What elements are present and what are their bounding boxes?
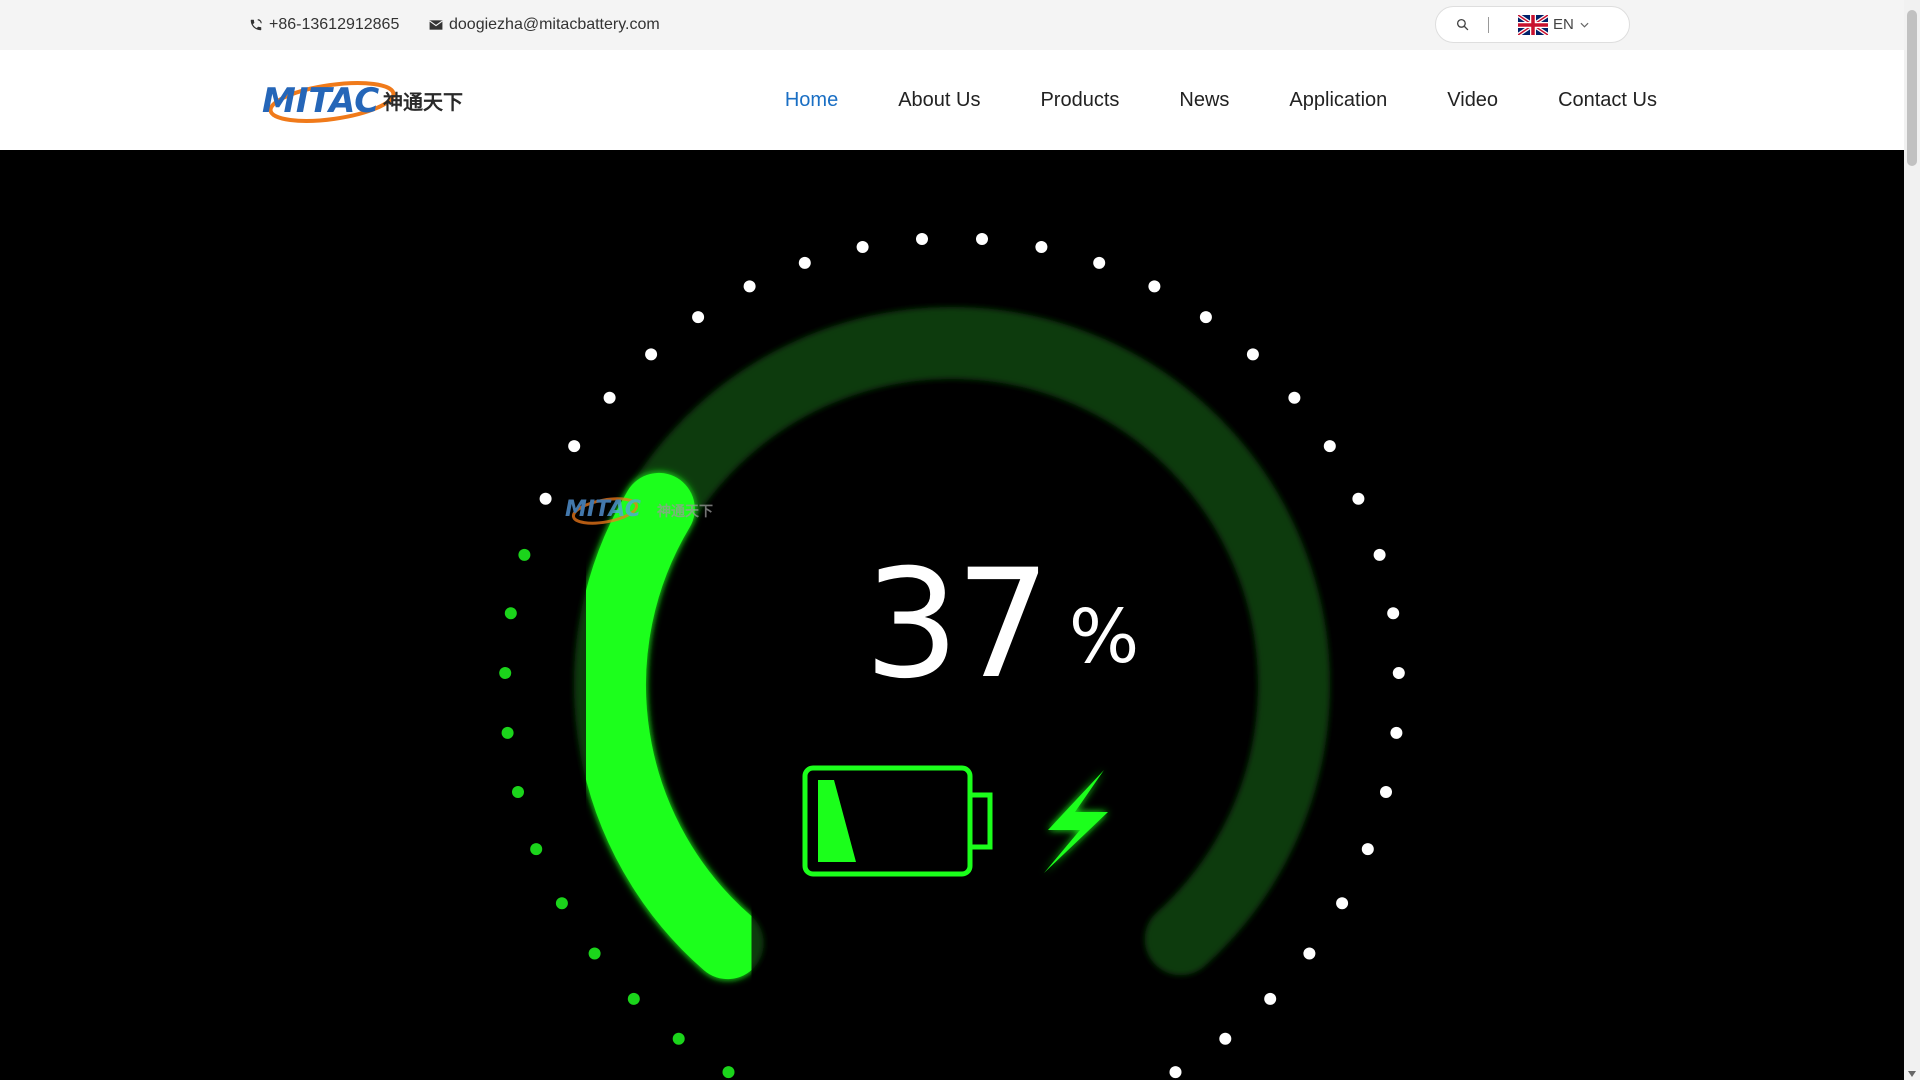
- gauge-dot: [501, 726, 514, 739]
- phone-number[interactable]: +86-13612912865: [269, 16, 399, 34]
- gauge-dot: [1373, 548, 1386, 561]
- gauge-dot: [512, 786, 524, 798]
- nav-application[interactable]: Application: [1289, 89, 1387, 112]
- site-header: MITAC 神通天下 Home About Us Products News A…: [0, 50, 1904, 151]
- gauge-dot: [1219, 1032, 1232, 1045]
- search-icon: [1456, 18, 1468, 31]
- gauge-dot: [798, 256, 811, 269]
- gauge-dot: [722, 1066, 735, 1079]
- language-selector[interactable]: EN: [1518, 14, 1589, 35]
- gauge-dot: [1336, 897, 1349, 910]
- watermark-text: MITAC: [565, 497, 641, 522]
- charge-readout: 37 %: [864, 550, 1139, 700]
- battery-icon: [802, 765, 993, 877]
- charge-unit: %: [1068, 594, 1140, 680]
- search-button[interactable]: [1436, 7, 1488, 42]
- hero-banner[interactable]: MITAC 神通天下 37 %: [0, 150, 1904, 1080]
- gauge-dot: [916, 233, 928, 245]
- gauge-dot: [1093, 256, 1106, 269]
- gauge-dot: [603, 391, 616, 404]
- main-nav: Home About Us Products News Application …: [725, 50, 1657, 150]
- mitac-logo-graphic: MITAC 神通天下: [262, 81, 463, 123]
- phone-icon: [250, 19, 262, 31]
- tools-divider: [1488, 16, 1489, 33]
- gauge-dot: [1199, 311, 1212, 324]
- gauge-dot: [672, 1032, 685, 1045]
- logo-chinese-text: 神通天下: [383, 90, 463, 114]
- gauge-dot: [976, 233, 988, 245]
- nav-home[interactable]: Home: [785, 89, 838, 112]
- gauge-dot: [518, 548, 531, 561]
- nav-products[interactable]: Products: [1040, 89, 1119, 112]
- page-scrollbar[interactable]: [1904, 0, 1920, 1080]
- top-bar: +86-13612912865 doogiezha@mitacbattery.c…: [0, 0, 1904, 50]
- mail-icon: [429, 20, 443, 30]
- scrollbar-thumb[interactable]: [1907, 10, 1917, 166]
- gauge-dot: [1169, 1066, 1182, 1079]
- contact-phone[interactable]: +86-13612912865: [249, 0, 399, 50]
- contact-email[interactable]: doogiezha@mitacbattery.com: [429, 0, 660, 50]
- gauge-dot: [539, 492, 552, 505]
- watermark-graphic: MITAC 神通天下: [565, 497, 713, 525]
- gauge-dot: [645, 348, 658, 361]
- gauge-dot: [1288, 391, 1301, 404]
- site-logo[interactable]: MITAC 神通天下: [260, 72, 475, 132]
- gauge-dot: [1361, 843, 1374, 856]
- gauge-dot: [499, 667, 512, 679]
- gauge-dot: [568, 440, 581, 453]
- gauge-dot: [555, 897, 568, 910]
- uk-flag-icon: [1518, 14, 1548, 35]
- nav-about-us[interactable]: About Us: [898, 89, 980, 112]
- gauge-dot: [1303, 947, 1316, 960]
- logo-text: MITAC: [262, 81, 379, 121]
- chevron-down-icon: [1580, 22, 1589, 28]
- gauge-dot: [1148, 280, 1161, 293]
- gauge-dot: [627, 992, 640, 1005]
- gauge-dot: [692, 311, 705, 324]
- scroll-down-arrow[interactable]: [1908, 1071, 1916, 1077]
- language-label: EN: [1553, 16, 1574, 33]
- gauge-dot: [1380, 786, 1392, 798]
- gauge-dot: [1390, 726, 1403, 739]
- gauge-dot: [1323, 440, 1336, 453]
- gauge-dot: [1387, 607, 1400, 620]
- nav-video[interactable]: Video: [1447, 89, 1498, 112]
- gauge-dot: [856, 241, 869, 253]
- nav-contact-us[interactable]: Contact Us: [1558, 89, 1657, 112]
- gauge-dot: [1264, 992, 1277, 1005]
- gauge-fill: [573, 472, 764, 980]
- gauge-dot: [1392, 667, 1405, 679]
- gauge-dot: [743, 280, 756, 293]
- header-tools: EN: [1435, 6, 1630, 43]
- gauge-dot: [530, 843, 543, 856]
- gauge-dot: [1246, 348, 1259, 361]
- lightning-bolt-icon: [1044, 770, 1108, 873]
- gauge-dot: [1352, 492, 1365, 505]
- charge-value: 37: [864, 538, 1051, 712]
- watermark-chinese: 神通天下: [657, 503, 713, 520]
- nav-news[interactable]: News: [1179, 89, 1229, 112]
- gauge-dot: [588, 947, 601, 960]
- gauge-dot: [504, 607, 517, 620]
- email-address[interactable]: doogiezha@mitacbattery.com: [449, 16, 660, 34]
- gauge-dot: [1035, 241, 1048, 253]
